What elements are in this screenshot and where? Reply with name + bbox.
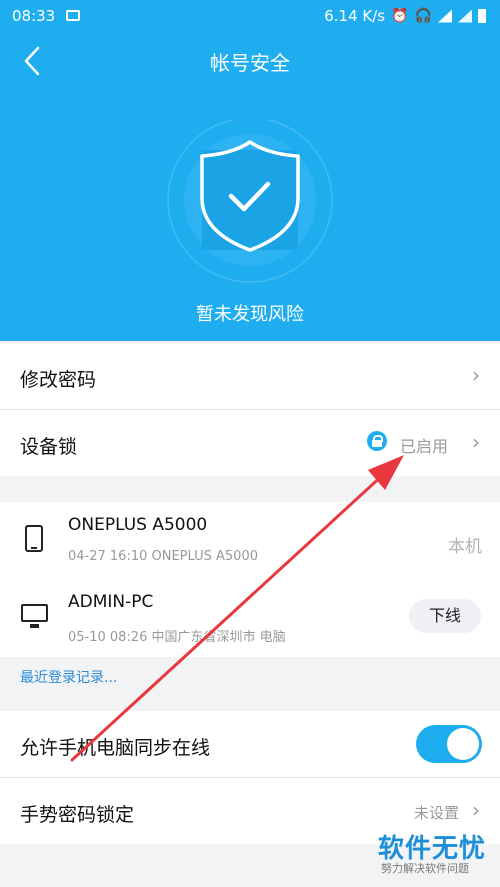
change-password-row[interactable]: 修改密码 › — [0, 343, 500, 409]
device-lock-status: 已启用 — [400, 437, 449, 456]
risk-status: 暂未发现风险 — [196, 304, 304, 325]
offline-button[interactable]: 下线 — [409, 599, 481, 633]
sync-online-toggle[interactable] — [416, 725, 482, 763]
device-name: ADMIN-PC — [68, 592, 154, 612]
device-lock-label: 设备锁 — [20, 436, 78, 458]
status-right: 6.14 K/s ⏰ 🎧 — [324, 7, 486, 25]
recent-login-link[interactable]: 最近登录记录... — [20, 667, 117, 687]
device-info: 05-10 08:26 中国广东省深圳市 电脑 — [68, 630, 286, 645]
page-title: 帐号安全 — [210, 51, 290, 75]
phone-icon — [25, 525, 43, 552]
change-password-label: 修改密码 — [20, 369, 97, 391]
lock-icon — [367, 431, 387, 451]
alarm-icon: ⏰ — [391, 8, 409, 24]
headset-icon: 🎧 — [414, 8, 432, 24]
battery-icon — [478, 9, 486, 23]
gesture-lock-status: 未设置 — [414, 804, 460, 822]
signal-icon — [438, 9, 452, 23]
watermark-tagline: 努力解决软件问题 — [381, 862, 469, 875]
computer-icon — [21, 604, 48, 628]
gallery-icon — [66, 10, 80, 21]
status-bar: 08:33 6.14 K/s ⏰ 🎧 — [0, 0, 500, 32]
shield-check-icon — [167, 120, 333, 283]
sync-online-label: 允许手机电脑同步在线 — [20, 737, 211, 759]
toggle-knob — [447, 728, 479, 760]
status-time: 08:33 — [12, 7, 56, 25]
chevron-right-icon: › — [472, 798, 480, 822]
device-name: ONEPLUS A5000 — [68, 515, 208, 535]
signal-secondary-icon — [458, 9, 472, 23]
network-speed: 6.14 K/s — [324, 7, 386, 25]
current-device-tag: 本机 — [448, 537, 482, 557]
gesture-lock-label: 手势密码锁定 — [20, 804, 135, 826]
chevron-right-icon: › — [472, 430, 480, 454]
chevron-right-icon: › — [472, 363, 480, 387]
header: 08:33 6.14 K/s ⏰ 🎧 帐号安全 暂未发现风险 — [0, 0, 500, 341]
device-info: 04-27 16:10 ONEPLUS A5000 — [68, 549, 258, 564]
